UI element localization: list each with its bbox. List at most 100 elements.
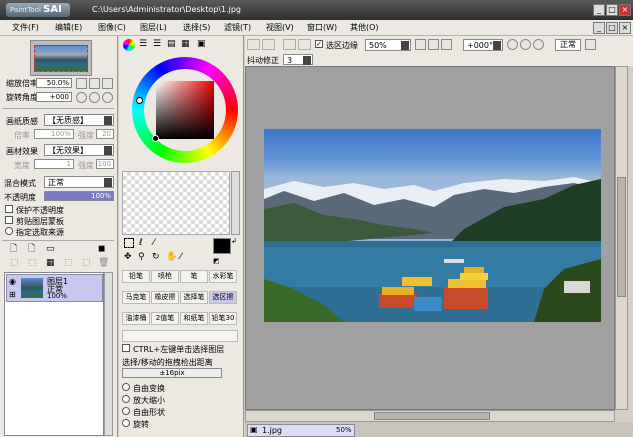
hue-marker[interactable] <box>136 97 143 104</box>
blend-mode-select[interactable]: 正常 <box>44 176 114 188</box>
menu-file[interactable]: 文件(F) <box>12 22 39 33</box>
eye-icon[interactable]: ◉ <box>9 277 16 287</box>
magic-wand-icon[interactable]: ⁄ <box>153 238 155 248</box>
tool-pencil[interactable]: 铅笔 <box>122 270 150 283</box>
rect-select-icon[interactable] <box>124 238 134 248</box>
close-button[interactable]: × <box>619 4 631 16</box>
invert-selection-button[interactable] <box>298 39 311 50</box>
rotate-right-button[interactable] <box>89 92 100 103</box>
zoom-icon[interactable]: ⚲ <box>138 252 145 262</box>
toolbar-rotate-right-button[interactable] <box>520 39 531 50</box>
swatch-tab-icon[interactable]: ▦ <box>181 39 190 49</box>
layer-row[interactable]: ◉ ⊞ 图层1 正常 100% <box>6 274 103 302</box>
tool-washi-pen[interactable]: 和纸笔 <box>180 312 208 325</box>
horizontal-scroll-thumb[interactable] <box>374 412 490 420</box>
effect-width-field[interactable]: 1 <box>34 159 74 169</box>
merge-down-icon[interactable]: ⬚ <box>28 258 37 268</box>
canvas-horizontal-scrollbar[interactable] <box>245 410 615 422</box>
swap-colors-icon[interactable]: ↲ <box>231 236 237 246</box>
rgb-slider-tab-icon[interactable]: ☰ <box>139 39 147 49</box>
scratchpad[interactable] <box>122 171 230 235</box>
toolbar-zoom-out-button[interactable] <box>415 39 426 50</box>
new-folder-icon[interactable]: ▭ <box>46 244 55 254</box>
zoom-reset-button[interactable] <box>102 78 113 89</box>
color-wheel-tab-icon[interactable] <box>123 39 135 51</box>
duplicate-layer-icon[interactable]: ⬚ <box>64 258 73 268</box>
color-palette-tab-icon[interactable]: ▤ <box>167 39 176 49</box>
tool-watercolor[interactable]: 水彩笔 <box>209 270 237 283</box>
zoom-out-button[interactable] <box>76 78 87 89</box>
new-layer-icon[interactable]: 🗋 <box>10 244 17 254</box>
stabilizer-select[interactable]: 3 <box>283 54 313 65</box>
tool-select-pen[interactable]: 选择笔 <box>180 291 208 304</box>
clear-layer-icon[interactable]: ▦ <box>46 258 55 268</box>
move-icon[interactable]: ✥ <box>124 252 132 262</box>
rotate-reset-button[interactable] <box>102 92 113 103</box>
transfer-down-icon[interactable]: ⬚ <box>10 258 19 268</box>
menu-other[interactable]: 其他(O) <box>350 22 379 33</box>
menu-image[interactable]: 图像(C) <box>98 22 126 33</box>
tool-select-eraser[interactable]: 选区擦 <box>209 291 237 304</box>
material-effect-select[interactable]: 【无效果】 <box>44 144 114 156</box>
sv-marker[interactable] <box>152 135 159 142</box>
tool-brush[interactable]: 笔 <box>180 270 208 283</box>
delete-layer-icon[interactable]: 🗑 <box>98 258 109 268</box>
texture-scale-field[interactable]: 100% <box>34 129 74 139</box>
canvas-image[interactable] <box>264 129 601 322</box>
menu-filter[interactable]: 滤镜(T) <box>224 22 251 33</box>
redo-button[interactable] <box>262 39 275 50</box>
free-transform-radio[interactable] <box>122 383 130 391</box>
canvas-area[interactable] <box>245 66 615 410</box>
lasso-icon[interactable]: ℓ <box>139 238 143 248</box>
link-icon[interactable]: ⊞ <box>9 290 16 300</box>
scale-radio[interactable] <box>122 395 130 403</box>
clipping-mask-checkbox[interactable] <box>5 216 13 224</box>
rotate-slider[interactable]: +000 <box>36 92 72 102</box>
selection-source-radio[interactable] <box>5 227 13 235</box>
new-linework-layer-icon[interactable]: 🗋 <box>28 244 35 254</box>
ctrl-select-layer-checkbox[interactable] <box>122 344 130 352</box>
doc-restore-button[interactable]: □ <box>606 22 618 34</box>
scratchpad-scrollbar[interactable] <box>231 171 240 235</box>
tool-eraser[interactable]: 橡皮擦 <box>151 291 179 304</box>
doc-minimize-button[interactable]: _ <box>593 22 605 34</box>
toolbar-zoom-in-button[interactable] <box>428 39 439 50</box>
deselect-button[interactable] <box>283 39 296 50</box>
layer-list-scrollbar[interactable] <box>104 272 113 436</box>
effect-strength-field[interactable]: 100 <box>96 159 114 169</box>
tool-marker[interactable]: 马克笔 <box>122 291 150 304</box>
menu-select[interactable]: 选择(S) <box>183 22 210 33</box>
zoom-in-button[interactable] <box>89 78 100 89</box>
opacity-slider[interactable]: 100% <box>44 191 114 201</box>
drag-distance-field[interactable]: ±16pix <box>122 368 222 378</box>
toolbar-zoom-reset-button[interactable] <box>441 39 452 50</box>
scratchpad-tab-icon[interactable]: ▣ <box>197 39 206 49</box>
document-tab[interactable]: ▣ 1.jpg 50% <box>247 424 355 437</box>
undo-button[interactable] <box>247 39 260 50</box>
angle-select[interactable]: +000° <box>463 39 503 51</box>
foreground-color[interactable] <box>213 238 231 254</box>
transparent-color-icon[interactable]: ◩ <box>213 256 220 266</box>
show-selection-edge-checkbox[interactable]: ✓ <box>315 40 323 48</box>
tool-pencil30[interactable]: 铅笔30 <box>209 312 237 325</box>
canvas-vertical-scrollbar[interactable] <box>615 66 628 410</box>
eyedropper-icon[interactable]: ⁄ <box>180 252 182 262</box>
menu-window[interactable]: 窗口(W) <box>307 22 337 33</box>
tool-airbrush[interactable]: 喷枪 <box>151 270 179 283</box>
rotate-radio[interactable] <box>122 419 130 427</box>
tool-bucket[interactable]: 油漆桶 <box>122 312 150 325</box>
rotate-icon[interactable]: ↻ <box>152 252 160 262</box>
rotate-left-button[interactable] <box>76 92 87 103</box>
flip-view-button[interactable] <box>585 39 596 50</box>
color-wheel[interactable] <box>132 57 238 163</box>
paper-texture-select[interactable]: 【无质感】 <box>44 114 114 126</box>
doc-close-button[interactable]: × <box>619 22 631 34</box>
menu-layer[interactable]: 图层(L) <box>140 22 167 33</box>
view-mode-field[interactable]: 正常 <box>555 39 581 51</box>
minimize-button[interactable]: _ <box>593 4 605 16</box>
navigator-preview[interactable] <box>30 40 92 76</box>
hsv-slider-tab-icon[interactable]: ☰ <box>153 39 161 49</box>
toolbar-rotate-left-button[interactable] <box>507 39 518 50</box>
maximize-button[interactable]: □ <box>606 4 618 16</box>
layer-mask-icon[interactable]: ◼ <box>98 244 105 254</box>
